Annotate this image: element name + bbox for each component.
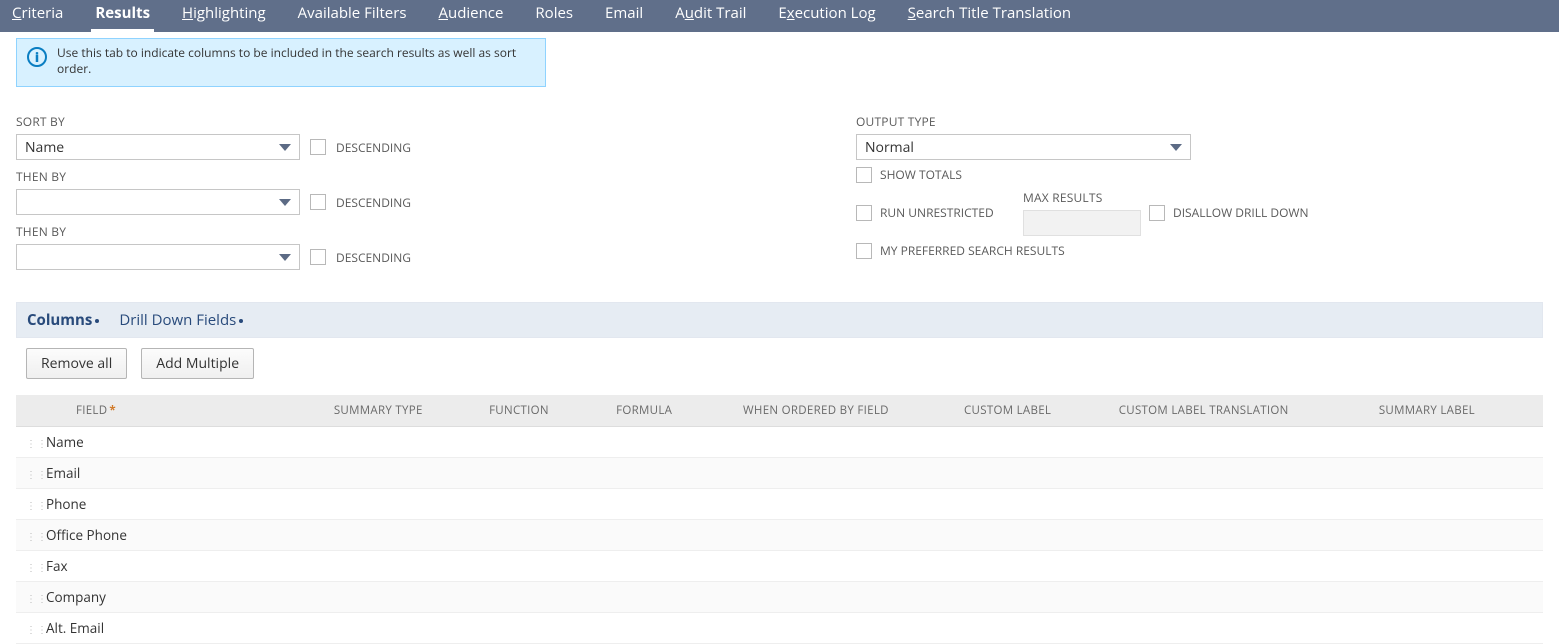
- max-results-label: MAX RESULTS: [1023, 189, 1141, 206]
- max-results-group: MAX RESULTS: [1023, 189, 1141, 236]
- th-when-ordered-by-field[interactable]: WHEN ORDERED BY FIELD: [733, 395, 954, 427]
- add-multiple-button[interactable]: Add Multiple: [141, 348, 254, 379]
- tab-available-filters[interactable]: Available Filters: [294, 0, 411, 32]
- drag-handle-icon[interactable]: ⋮⋮: [26, 498, 46, 512]
- show-totals-label: SHOW TOTALS: [880, 166, 962, 183]
- output-type-value: Normal: [865, 138, 914, 157]
- tab-criteria[interactable]: Criteria: [8, 0, 67, 32]
- run-unrestricted-checkbox[interactable]: [856, 205, 872, 221]
- tab-search-title-translation[interactable]: Search Title Translation: [904, 0, 1075, 32]
- chevron-down-icon: [279, 144, 291, 151]
- th-custom-label[interactable]: CUSTOM LABEL: [954, 395, 1109, 427]
- drag-handle-icon[interactable]: ⋮⋮: [26, 529, 46, 543]
- tab-email[interactable]: Email: [601, 0, 647, 32]
- tab-audience[interactable]: Audience: [435, 0, 508, 32]
- field-cell: Office Phone: [46, 526, 127, 544]
- chevron-down-icon: [279, 199, 291, 206]
- table-row[interactable]: ⋮⋮Email: [16, 458, 1543, 489]
- disallow-drilldown-label: DISALLOW DRILL DOWN: [1173, 204, 1309, 221]
- info-box: i Use this tab to indicate columns to be…: [16, 38, 546, 87]
- drag-handle-icon[interactable]: ⋮⋮: [26, 560, 46, 574]
- field-cell: Phone: [46, 495, 86, 513]
- drag-handle-icon[interactable]: ⋮⋮: [26, 436, 46, 450]
- field-cell: Alt. Email: [46, 619, 104, 637]
- output-type-label: OUTPUT TYPE: [856, 113, 1556, 130]
- sort3-descending-label: DESCENDING: [336, 249, 411, 266]
- then-by-1-label: THEN BY: [16, 168, 456, 185]
- sort2-descending-label: DESCENDING: [336, 194, 411, 211]
- sort2-descending-checkbox[interactable]: [310, 194, 326, 210]
- th-summary-label[interactable]: SUMMARY LABEL: [1369, 395, 1543, 427]
- table-row[interactable]: ⋮⋮Company: [16, 582, 1543, 613]
- output-column: OUTPUT TYPE Normal SHOW TOTALS RUN UNRES…: [856, 105, 1556, 274]
- tab-highlighting[interactable]: Highlighting: [178, 0, 270, 32]
- dot-icon: [239, 319, 243, 323]
- sort1-descending-label: DESCENDING: [336, 139, 411, 156]
- chevron-down-icon: [279, 254, 291, 261]
- th-function[interactable]: FUNCTION: [479, 395, 606, 427]
- field-cell: Email: [46, 464, 80, 482]
- output-type-select[interactable]: Normal: [856, 134, 1191, 160]
- show-totals-checkbox[interactable]: [856, 167, 872, 183]
- then-by-2-select[interactable]: [16, 244, 300, 270]
- subtab-drill-down-fields[interactable]: Drill Down Fields: [119, 310, 243, 330]
- preferred-results-checkbox[interactable]: [856, 243, 872, 259]
- then-by-1-select[interactable]: [16, 189, 300, 215]
- required-asterisk-icon: *: [109, 403, 116, 418]
- table-row[interactable]: ⋮⋮Fax: [16, 551, 1543, 582]
- info-icon: i: [27, 47, 47, 67]
- field-cell: Company: [46, 588, 106, 606]
- columns-subtabbar: Columns Drill Down Fields: [16, 302, 1543, 338]
- sort-column: SORT BY Name DESCENDING THEN BY DESCENDI…: [16, 105, 456, 274]
- then-by-2-label: THEN BY: [16, 223, 456, 240]
- tab-audit-trail[interactable]: Audit Trail: [671, 0, 750, 32]
- info-message: Use this tab to indicate columns to be i…: [57, 45, 535, 76]
- run-unrestricted-label: RUN UNRESTRICTED: [880, 204, 1015, 221]
- drag-handle-icon[interactable]: ⋮⋮: [26, 622, 46, 636]
- drag-handle-icon[interactable]: ⋮⋮: [26, 467, 46, 481]
- table-row[interactable]: ⋮⋮Office Phone: [16, 520, 1543, 551]
- preferred-results-label: MY PREFERRED SEARCH RESULTS: [880, 242, 1065, 259]
- th-custom-label-translation[interactable]: CUSTOM LABEL TRANSLATION: [1109, 395, 1369, 427]
- table-row[interactable]: ⋮⋮Name: [16, 427, 1543, 458]
- remove-all-button[interactable]: Remove all: [26, 348, 127, 379]
- th-summary-type[interactable]: SUMMARY TYPE: [324, 395, 479, 427]
- chevron-down-icon: [1170, 144, 1182, 151]
- th-field[interactable]: FIELD*: [16, 395, 324, 427]
- tab-results[interactable]: Results: [91, 0, 154, 32]
- form-area: SORT BY Name DESCENDING THEN BY DESCENDI…: [16, 105, 1559, 274]
- sort3-descending-checkbox[interactable]: [310, 249, 326, 265]
- columns-buttons: Remove all Add Multiple: [26, 348, 1559, 379]
- field-cell: Name: [46, 433, 84, 451]
- sort-by-label: SORT BY: [16, 113, 456, 130]
- table-row[interactable]: ⋮⋮Phone: [16, 489, 1543, 520]
- columns-table: FIELD* SUMMARY TYPE FUNCTION FORMULA WHE…: [16, 395, 1543, 644]
- subtab-columns[interactable]: Columns: [27, 310, 99, 330]
- max-results-input[interactable]: [1023, 210, 1141, 236]
- tab-execution-log[interactable]: Execution Log: [774, 0, 879, 32]
- th-formula[interactable]: FORMULA: [606, 395, 733, 427]
- drag-handle-icon[interactable]: ⋮⋮: [26, 591, 46, 605]
- sort-by-select[interactable]: Name: [16, 134, 300, 160]
- main-tabbar: Criteria Results Highlighting Available …: [0, 0, 1559, 32]
- tab-roles[interactable]: Roles: [531, 0, 577, 32]
- table-row[interactable]: ⋮⋮Alt. Email: [16, 613, 1543, 644]
- dot-icon: [95, 319, 99, 323]
- sort1-descending-checkbox[interactable]: [310, 139, 326, 155]
- table-header-row: FIELD* SUMMARY TYPE FUNCTION FORMULA WHE…: [16, 395, 1543, 427]
- sort-by-value: Name: [25, 138, 64, 157]
- disallow-drilldown-checkbox[interactable]: [1149, 205, 1165, 221]
- field-cell: Fax: [46, 557, 68, 575]
